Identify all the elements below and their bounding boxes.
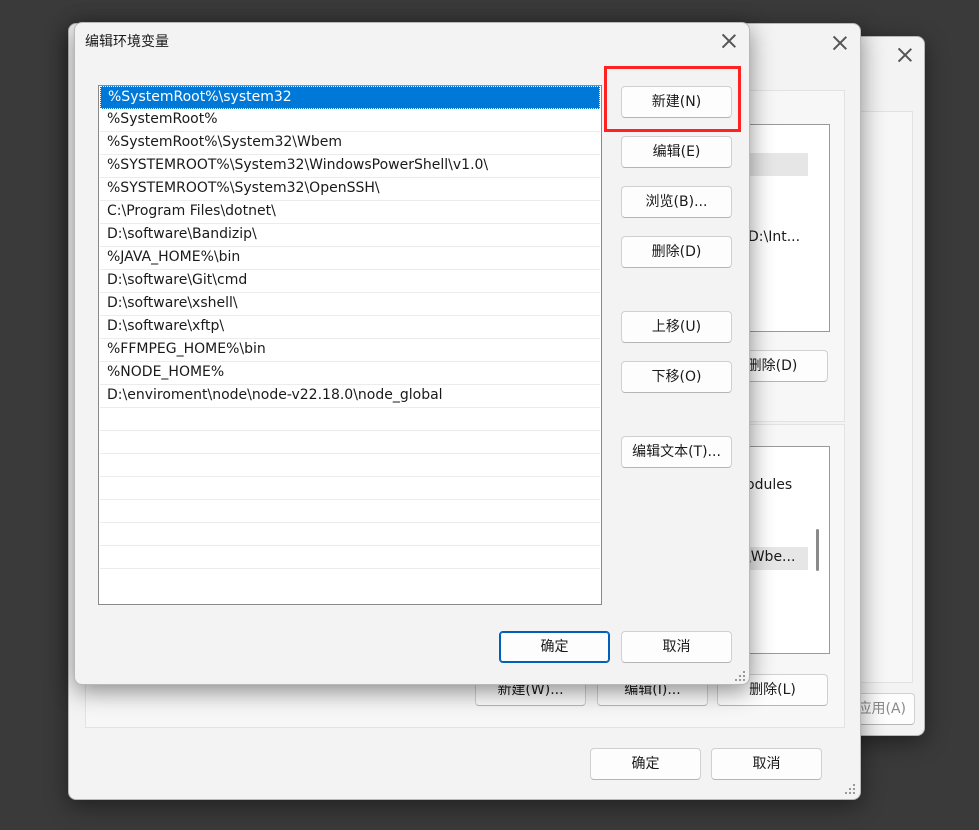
path-entry: %SYSTEMROOT%\System32\OpenSSH\ [107,180,380,196]
dialog-ok-button[interactable]: 确定 [499,631,610,663]
path-entry: D:\software\xshell\ [107,295,238,311]
list-item[interactable]: %SYSTEMROOT%\System32\WindowsPowerShell\… [100,155,600,178]
path-entry: %SYSTEMROOT%\System32\WindowsPowerShell\… [107,157,489,173]
path-entry: %NODE_HOME% [107,364,225,380]
empty-row[interactable] [100,500,600,523]
path-entry: %JAVA_HOME%\bin [107,249,241,265]
edit-env-var-dialog: 编辑环境变量 %SystemRoot%\system32 %SystemRoot… [74,22,750,685]
empty-row[interactable] [100,523,600,546]
path-entry: D:\enviroment\node\node-v22.18.0\node_gl… [107,387,443,403]
path-entry: %SystemRoot% [107,111,218,127]
system-var-value-2: \Wbe... [746,549,796,565]
path-entry: %FFMPEG_HOME%\bin [107,341,266,357]
list-item[interactable]: %FFMPEG_HOME%\bin [100,339,600,362]
resize-grip-icon[interactable] [735,671,745,681]
cancel-button[interactable]: 取消 [711,748,822,780]
list-item[interactable]: %SYSTEMROOT%\System32\OpenSSH\ [100,178,600,201]
dialog-title: 编辑环境变量 [85,34,169,50]
scrollbar-thumb[interactable] [816,529,819,571]
close-icon[interactable] [832,35,848,51]
path-entry: D:\software\Bandizip\ [107,226,257,242]
user-var-value: D:\Int... [748,229,801,245]
move-down-button[interactable]: 下移(O) [621,361,732,393]
path-entry: C:\Program Files\dotnet\ [107,203,276,219]
new-button[interactable]: 新建(N) [621,86,732,118]
move-up-button[interactable]: 上移(U) [621,311,732,343]
edit-button[interactable]: 编辑(E) [621,136,732,168]
list-item[interactable]: D:\enviroment\node\node-v22.18.0\node_gl… [100,385,600,408]
system-var-value-1: odules [746,477,793,493]
path-list[interactable]: %SystemRoot%\system32 %SystemRoot% %Syst… [98,85,602,605]
close-icon[interactable] [721,33,737,49]
list-item[interactable]: D:\software\Bandizip\ [100,224,600,247]
list-item[interactable]: D:\software\xshell\ [100,293,600,316]
list-item[interactable]: %SystemRoot%\System32\Wbem [100,132,600,155]
list-item[interactable]: %SystemRoot%\system32 [100,86,600,109]
resize-grip-icon[interactable] [845,784,855,794]
empty-row[interactable] [100,408,600,431]
path-entry: D:\software\xftp\ [107,318,225,334]
list-item[interactable]: %NODE_HOME% [100,362,600,385]
list-item[interactable]: %SystemRoot% [100,109,600,132]
close-icon[interactable] [897,47,913,63]
browse-button[interactable]: 浏览(B)... [621,186,732,218]
list-item[interactable]: D:\software\Git\cmd [100,270,600,293]
path-entry: %SystemRoot%\system32 [108,89,292,105]
empty-row[interactable] [100,431,600,454]
empty-row[interactable] [100,454,600,477]
edit-text-button[interactable]: 编辑文本(T)... [621,436,732,468]
empty-row[interactable] [100,546,600,569]
path-entry: D:\software\Git\cmd [107,272,248,288]
list-item[interactable]: C:\Program Files\dotnet\ [100,201,600,224]
list-item[interactable]: D:\software\xftp\ [100,316,600,339]
ok-button[interactable]: 确定 [590,748,701,780]
empty-row[interactable] [100,477,600,500]
delete-button[interactable]: 删除(D) [621,236,732,268]
path-entry: %SystemRoot%\System32\Wbem [107,134,342,150]
dialog-cancel-button[interactable]: 取消 [621,631,732,663]
background-panel [853,111,913,683]
list-item[interactable]: %JAVA_HOME%\bin [100,247,600,270]
